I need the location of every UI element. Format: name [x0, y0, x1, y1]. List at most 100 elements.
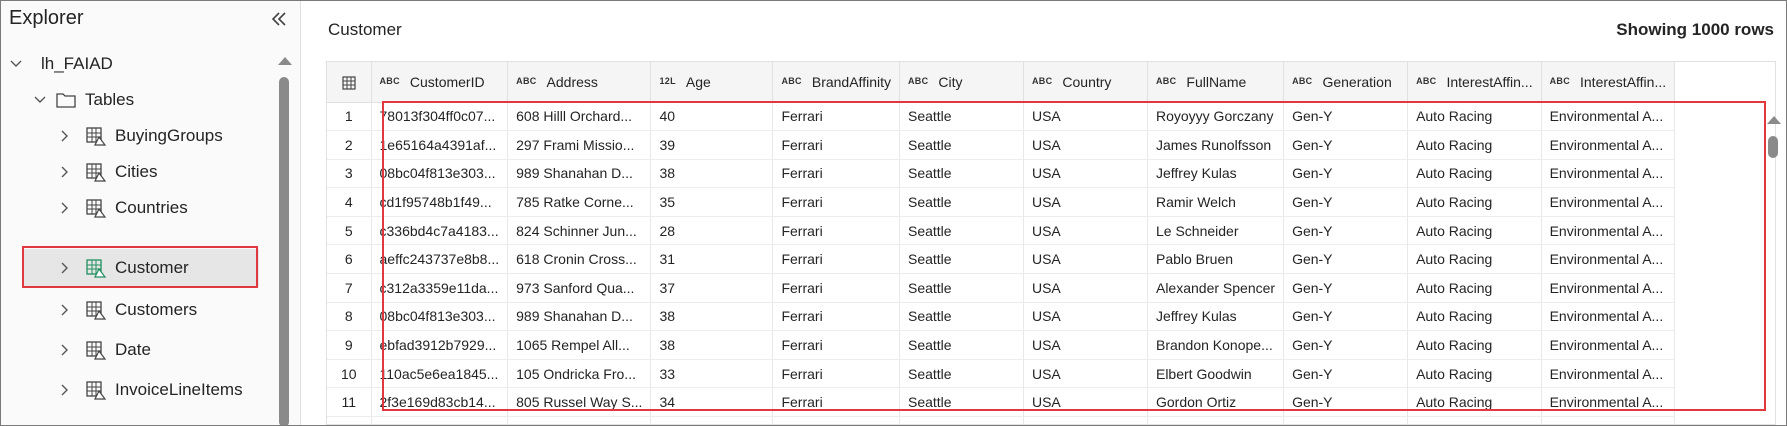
table-cell[interactable]: Royoyyy Gorczany	[1147, 102, 1285, 132]
column-header[interactable]: ABC InterestAffin...	[1541, 62, 1676, 103]
tree-item-countries[interactable]: Countries	[1, 189, 273, 227]
table-cell[interactable]: Ramir Welch	[1147, 187, 1285, 217]
table-cell[interactable]: Environmental A...	[1541, 244, 1676, 275]
table-cell[interactable]: Gen-Y	[1283, 130, 1409, 160]
chevron-right-icon[interactable]	[57, 165, 71, 179]
column-header[interactable]: ABC InterestAffin...	[1407, 62, 1542, 103]
table-cell[interactable]: Alexander Spencer	[1147, 273, 1285, 303]
table-cell[interactable]: Auto Racing	[1407, 387, 1542, 418]
table-cell[interactable]: Environmental A...	[1541, 387, 1676, 418]
table-cell[interactable]: cd1f95748b1f49...	[371, 187, 509, 217]
table-cell[interactable]: Ferrari	[772, 216, 900, 246]
table-cell[interactable]: c312a3359e11da...	[371, 273, 509, 303]
table-cell[interactable]: 973 Sanford Qua...	[507, 273, 652, 303]
chevron-right-icon[interactable]	[57, 129, 71, 143]
table-row[interactable]: 1 78013f304ff0c07... 608 Hilll Orchard... 4…	[327, 102, 1676, 132]
table-cell[interactable]: Seattle	[899, 244, 1024, 275]
column-header[interactable]: ABC Generation	[1283, 62, 1409, 103]
table-row[interactable]: 4 cd1f95748b1f49... 785 Ratke Corne... 35 Fe…	[327, 187, 1676, 217]
table-cell[interactable]: Auto Racing	[1407, 159, 1542, 189]
table-cell[interactable]: 38	[650, 302, 774, 332]
table-cell[interactable]	[899, 416, 1024, 424]
table-cell[interactable]: Seattle	[899, 187, 1024, 217]
table-cell[interactable]: Ferrari	[772, 273, 900, 303]
table-row[interactable]: 3 08bc04f813e303... 989 Shanahan D... 38 Fer…	[327, 159, 1676, 189]
table-cell[interactable]: 08bc04f813e303...	[371, 302, 509, 332]
scrollbar-thumb[interactable]	[279, 77, 289, 425]
table-cell[interactable]	[1283, 416, 1409, 424]
row-number[interactable]: 3	[327, 159, 372, 189]
table-cell[interactable]: Seattle	[899, 330, 1024, 360]
column-header[interactable]: ABC FullName	[1147, 62, 1285, 103]
table-row[interactable]: 8 08bc04f813e303... 989 Shanahan D... 38 Fer…	[327, 302, 1676, 332]
table-cell[interactable]: Auto Racing	[1407, 216, 1542, 246]
row-number[interactable]: 5	[327, 216, 372, 246]
table-cell[interactable]: Auto Racing	[1407, 130, 1542, 160]
table-cell[interactable]: c336bd4c7a4183...	[371, 216, 509, 246]
select-all-header[interactable]	[327, 62, 372, 103]
table-cell[interactable]: Environmental A...	[1541, 302, 1676, 332]
column-header[interactable]: ABC Country	[1023, 62, 1148, 103]
table-cell[interactable]: 110ac5e6ea1845...	[371, 359, 509, 389]
table-row[interactable]: 2 1e65164a4391af... 297 Frami Missio... 39 F…	[327, 130, 1676, 160]
table-cell[interactable]: Seattle	[899, 302, 1024, 332]
table-cell[interactable]: Environmental A...	[1541, 159, 1676, 189]
table-cell[interactable]: Seattle	[899, 130, 1024, 160]
table-cell[interactable]: Seattle	[899, 359, 1024, 389]
table-cell[interactable]: USA	[1023, 159, 1148, 189]
table-cell[interactable]: Ferrari	[772, 359, 900, 389]
scrollbar-thumb[interactable]	[1768, 136, 1778, 158]
table-cell[interactable]: USA	[1023, 387, 1148, 418]
table-cell[interactable]: Gen-Y	[1283, 216, 1409, 246]
table-cell[interactable]: Ferrari	[772, 187, 900, 217]
grid-scrollbar[interactable]	[1764, 110, 1782, 426]
row-number[interactable]: 2	[327, 130, 372, 160]
table-cell[interactable]: Ferrari	[772, 330, 900, 360]
table-cell[interactable]: 105 Ondricka Fro...	[507, 359, 652, 389]
row-number[interactable]: 7	[327, 273, 372, 303]
row-number[interactable]: 8	[327, 302, 372, 332]
table-cell[interactable]: Auto Racing	[1407, 187, 1542, 217]
table-cell[interactable]	[772, 416, 900, 424]
table-cell[interactable]: USA	[1023, 216, 1148, 246]
table-row[interactable]: 5 c336bd4c7a4183... 824 Schinner Jun... 28 F…	[327, 216, 1676, 246]
table-cell[interactable]: 2f3e169d83cb14...	[371, 387, 509, 418]
table-cell[interactable]	[371, 416, 509, 424]
table-cell[interactable]	[507, 416, 652, 424]
explorer-scrollbar[interactable]	[277, 53, 292, 425]
table-cell[interactable]: Auto Racing	[1407, 359, 1542, 389]
table-cell[interactable]: Environmental A...	[1541, 102, 1676, 132]
double-chevron-left-icon[interactable]	[269, 9, 289, 29]
table-cell[interactable]	[1407, 416, 1542, 424]
table-cell[interactable]	[1147, 416, 1285, 424]
table-cell[interactable]: Seattle	[899, 387, 1024, 418]
table-cell[interactable]: 824 Schinner Jun...	[507, 216, 652, 246]
row-number[interactable]: 11	[327, 387, 372, 418]
table-cell[interactable]: 33	[650, 359, 774, 389]
table-cell[interactable]: Environmental A...	[1541, 273, 1676, 303]
table-cell[interactable]: Auto Racing	[1407, 302, 1542, 332]
table-cell[interactable]	[1541, 416, 1676, 424]
table-row[interactable]: 10 110ac5e6ea1845... 105 Ondricka Fro... 33…	[327, 359, 1676, 389]
table-cell[interactable]: Seattle	[899, 273, 1024, 303]
table-cell[interactable]: 1065 Rempel All...	[507, 330, 652, 360]
chevron-down-icon[interactable]	[9, 57, 23, 71]
chevron-down-icon[interactable]	[33, 93, 47, 107]
table-cell[interactable]: 31	[650, 244, 774, 275]
table-cell[interactable]: 989 Shanahan D...	[507, 159, 652, 189]
table-cell[interactable]: 989 Shanahan D...	[507, 302, 652, 332]
table-cell[interactable]: 1e65164a4391af...	[371, 130, 509, 160]
table-row[interactable]: 7 c312a3359e11da... 973 Sanford Qua... 37 Fe…	[327, 273, 1676, 303]
table-cell[interactable]	[650, 416, 774, 424]
table-row[interactable]: 6 aeffc243737e8b8... 618 Cronin Cross... 31…	[327, 244, 1676, 275]
tree-item-invoicelineitems[interactable]: InvoiceLineItems	[1, 371, 273, 409]
table-cell[interactable]: Auto Racing	[1407, 330, 1542, 360]
chevron-right-icon[interactable]	[57, 201, 71, 215]
table-cell[interactable]: Jeffrey Kulas	[1147, 159, 1285, 189]
table-cell[interactable]: Gen-Y	[1283, 159, 1409, 189]
table-cell[interactable]: Environmental A...	[1541, 359, 1676, 389]
row-number[interactable]: 1	[327, 102, 372, 132]
column-header[interactable]: ABC CustomerID	[371, 62, 509, 103]
table-cell[interactable]	[1023, 416, 1148, 424]
table-cell[interactable]: Environmental A...	[1541, 216, 1676, 246]
